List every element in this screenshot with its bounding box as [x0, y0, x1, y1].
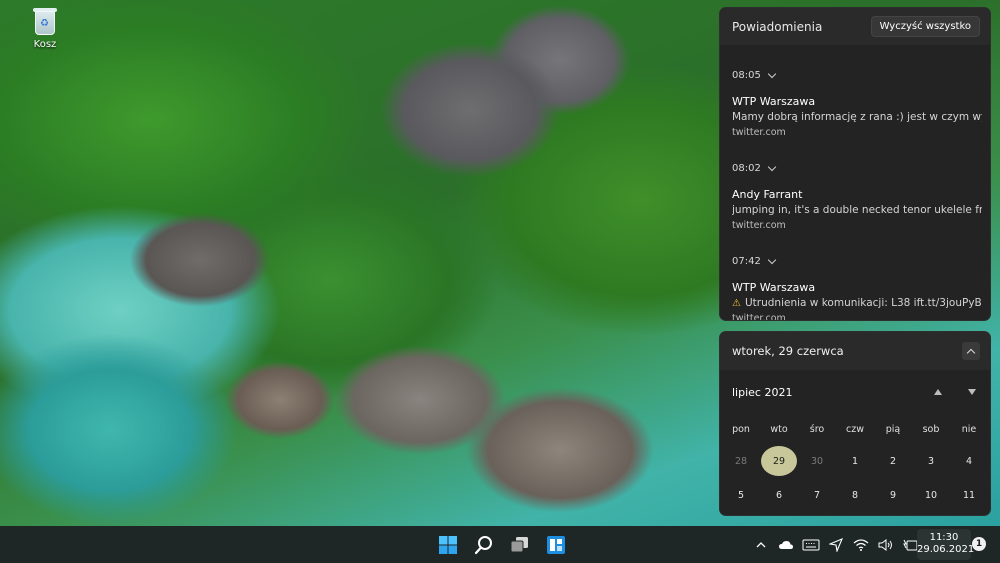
notification-item[interactable]: WTP Warszawa Mamy dobrą informację z ran…	[732, 89, 982, 138]
previous-month-icon[interactable]	[934, 389, 942, 395]
calendar-day[interactable]: 30	[798, 446, 836, 476]
weekday-label: sob	[922, 423, 940, 435]
widgets-button[interactable]	[545, 534, 567, 556]
notification-source: twitter.com	[732, 220, 786, 231]
notification-time: 08:02	[732, 162, 761, 174]
clear-all-button[interactable]: Wyczyść wszystko	[870, 16, 980, 37]
calendar-day[interactable]: 5	[722, 480, 760, 510]
chevron-down-icon	[767, 162, 777, 171]
wifi-icon	[853, 538, 869, 551]
calendar-day[interactable]: 1	[836, 446, 874, 476]
notification-sender: WTP Warszawa	[732, 281, 816, 294]
month-navigation: lipiec 2021	[720, 370, 990, 414]
taskbar-center	[437, 526, 567, 563]
taskbar-clock[interactable]: 11:30 29.06.2021	[917, 529, 975, 560]
location-icon	[829, 537, 843, 552]
task-view-icon	[510, 536, 528, 552]
task-view-button[interactable]	[509, 534, 531, 556]
chevron-down-icon	[767, 255, 777, 264]
notification-header: Powiadomienia Wyczyść wszystko	[720, 8, 990, 45]
keyboard-icon	[802, 539, 820, 550]
notification-text: Mamy dobrą informację z rana :) jest w c…	[732, 111, 982, 123]
calendar-day[interactable]: 6	[760, 480, 798, 510]
notification-time: 07:42	[732, 255, 761, 267]
calendar-day-today[interactable]: 29	[760, 446, 798, 476]
calendar-date-title: wtorek, 29 czerwca	[732, 344, 844, 358]
calendar-day[interactable]: 7	[798, 480, 836, 510]
notification-text: jumping in, it's a double necked tenor u…	[732, 204, 982, 216]
calendar-day[interactable]: 8	[836, 480, 874, 510]
weekday-label: nie	[961, 423, 977, 435]
notification-count-badge[interactable]: 1	[972, 537, 986, 551]
volume-icon	[878, 538, 892, 551]
notification-text-row: ⚠ Utrudnienia w komunikacji: L38 ift.tt/3…	[732, 297, 982, 309]
chevron-down-icon	[767, 69, 777, 78]
next-month-icon[interactable]	[968, 389, 976, 395]
notification-center: Powiadomienia Wyczyść wszystko 08:05 WTP…	[719, 7, 991, 321]
search-button[interactable]	[473, 534, 495, 556]
notification-group: 07:42 WTP Warszawa ⚠ Utrudnienia w komuni…	[720, 247, 990, 321]
month-nav-arrows	[934, 389, 976, 395]
calendar-day[interactable]: 3	[912, 446, 950, 476]
onedrive-button[interactable]	[777, 536, 795, 554]
windows-start-icon	[439, 535, 457, 554]
recycle-bin-label: Kosz	[33, 39, 57, 50]
volume-button[interactable]	[877, 536, 895, 554]
notification-source: twitter.com	[732, 127, 786, 138]
notification-time-toggle[interactable]: 08:02	[732, 154, 978, 182]
weekday-header: pon wto śro czw pią sob nie	[720, 414, 990, 444]
show-hidden-icons-button[interactable]	[752, 536, 770, 554]
recycle-bin-icon: ♻	[32, 6, 58, 36]
weekday-label: pon	[732, 423, 750, 435]
calendar-day[interactable]: 10	[912, 480, 950, 510]
calendar-flyout: wtorek, 29 czerwca lipiec 2021 pon wto ś…	[719, 331, 991, 516]
network-button[interactable]	[852, 536, 870, 554]
touch-keyboard-button[interactable]	[802, 536, 820, 554]
notification-sender: Andy Farrant	[732, 188, 803, 201]
notification-time-toggle[interactable]: 07:42	[732, 247, 978, 275]
notification-item[interactable]: Andy Farrant jumping in, it's a double n…	[732, 182, 982, 231]
month-label[interactable]: lipiec 2021	[732, 386, 792, 399]
collapse-calendar-button[interactable]	[962, 342, 980, 360]
notification-time: 08:05	[732, 69, 761, 81]
notification-text: Utrudnienia w komunikacji: L38 ift.tt/3j…	[744, 297, 982, 309]
taskbar: 11:30 29.06.2021	[0, 526, 1000, 563]
onedrive-cloud-icon	[779, 540, 793, 549]
weekday-label: pią	[885, 423, 901, 435]
weekday-label: czw	[846, 423, 864, 435]
recycle-bin-shortcut[interactable]: ♻ Kosz	[20, 6, 70, 50]
notification-item[interactable]: WTP Warszawa ⚠ Utrudnienia w komunikacji:…	[732, 275, 982, 321]
calendar-week: 28 29 30 1 2 3 4	[720, 444, 990, 478]
clock-date: 29.06.2021	[917, 544, 975, 555]
location-button[interactable]	[827, 536, 845, 554]
notification-time-toggle[interactable]: 08:05	[732, 61, 978, 89]
warning-icon: ⚠	[732, 298, 741, 309]
calendar-day[interactable]: 9	[874, 480, 912, 510]
calendar-day[interactable]: 4	[950, 446, 988, 476]
system-tray	[752, 526, 920, 563]
widgets-icon	[547, 535, 565, 554]
notification-group: 08:05 WTP Warszawa Mamy dobrą informację…	[720, 61, 990, 138]
notification-sender: WTP Warszawa	[732, 95, 816, 108]
chevron-up-icon	[756, 541, 766, 547]
chevron-up-icon	[966, 348, 976, 357]
calendar-week: 5 6 7 8 9 10 11	[720, 478, 990, 512]
calendar-day[interactable]: 2	[874, 446, 912, 476]
calendar-day[interactable]: 28	[722, 446, 760, 476]
calendar-header: wtorek, 29 czerwca	[720, 332, 990, 370]
search-icon	[474, 535, 492, 554]
weekday-label: śro	[809, 423, 825, 435]
start-button[interactable]	[437, 534, 459, 556]
calendar-day[interactable]: 11	[950, 480, 988, 510]
notification-title: Powiadomienia	[732, 19, 823, 34]
weekday-label: wto	[770, 423, 788, 435]
notification-source: twitter.com	[732, 313, 786, 321]
notification-group: 08:02 Andy Farrant jumping in, it's a do…	[720, 154, 990, 231]
clock-time: 11:30	[929, 532, 959, 543]
